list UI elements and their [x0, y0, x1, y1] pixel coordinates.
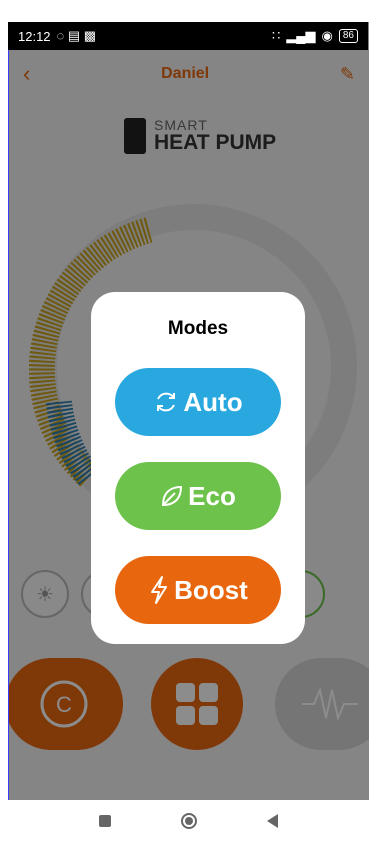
recents-square-icon[interactable]	[98, 815, 111, 827]
leaf-icon	[162, 485, 183, 507]
modal-title: Modes	[167, 318, 229, 339]
auto-mode-label: Auto	[183, 386, 243, 417]
sync-icon	[157, 392, 176, 412]
notification-icons: ◌ ▤ ▩	[56, 28, 97, 43]
wifi-icon: ◉	[321, 28, 333, 43]
bolt-icon	[151, 576, 168, 604]
modes-dialog: Modes Auto Eco Boost	[91, 292, 305, 644]
status-time: 12:12	[18, 28, 51, 44]
boost-mode-label: Boost	[174, 574, 248, 605]
boost-mode-button[interactable]: Boost	[115, 556, 281, 624]
status-bar: 12:12 ◌ ▤ ▩ ∷ ▂▄▆ ◉ 86	[8, 22, 368, 50]
eco-mode-label: Eco	[188, 480, 236, 511]
bluetooth-icon: ∷	[272, 28, 281, 43]
back-triangle-icon[interactable]	[266, 814, 278, 828]
eco-mode-button[interactable]: Eco	[115, 462, 281, 530]
battery-icon: 86	[338, 29, 358, 43]
auto-mode-button[interactable]: Auto	[115, 368, 281, 436]
system-nav-bar	[0, 800, 376, 842]
home-circle-icon[interactable]	[180, 813, 197, 829]
signal-icon: ▂▄▆	[286, 28, 316, 43]
app-screen: ‹ Daniel ✎ SMART HEAT PUMP ☀ C Modes Aut…	[8, 22, 369, 800]
